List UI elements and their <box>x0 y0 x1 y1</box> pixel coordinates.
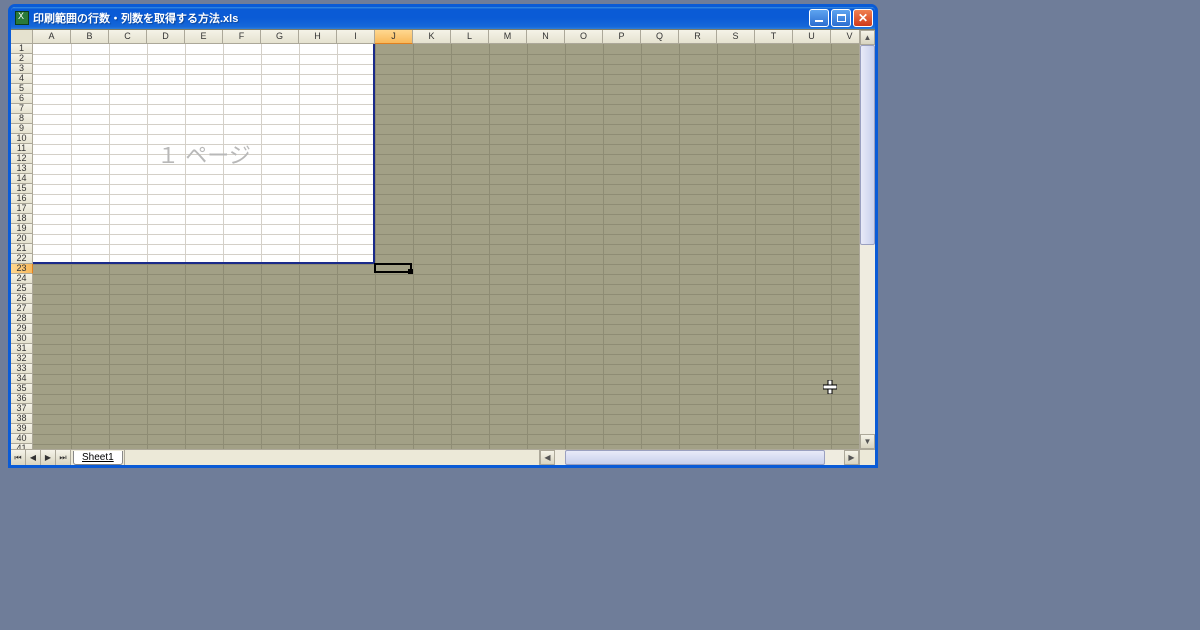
col-header-O[interactable]: O <box>565 30 603 44</box>
print-area <box>33 44 375 264</box>
h-scroll-track[interactable] <box>555 450 844 465</box>
col-header-C[interactable]: C <box>109 30 147 44</box>
sheet-next-button[interactable]: ▶ <box>41 450 56 465</box>
vertical-scrollbar[interactable]: ▲ ▼ <box>859 30 875 449</box>
col-header-P[interactable]: P <box>603 30 641 44</box>
col-header-L[interactable]: L <box>451 30 489 44</box>
bottom-bar: ⏮ ◀ ▶ ⏭ Sheet1 ◀ ▶ <box>11 449 875 465</box>
scroll-right-button[interactable]: ▶ <box>844 450 859 465</box>
col-header-N[interactable]: N <box>527 30 565 44</box>
tab-sheet1[interactable]: Sheet1 <box>73 451 123 465</box>
col-header-E[interactable]: E <box>185 30 223 44</box>
col-header-U[interactable]: U <box>793 30 831 44</box>
window-title: 印刷範囲の行数・列数を取得する方法.xls <box>33 10 809 26</box>
scroll-up-button[interactable]: ▲ <box>860 30 875 45</box>
sheet-first-button[interactable]: ⏮ <box>11 450 26 465</box>
active-cell[interactable] <box>374 263 412 273</box>
col-header-D[interactable]: D <box>147 30 185 44</box>
tab-filler <box>124 450 539 465</box>
col-header-G[interactable]: G <box>261 30 299 44</box>
col-header-T[interactable]: T <box>755 30 793 44</box>
cells-area[interactable]: １ ページ <box>33 44 859 449</box>
col-header-Q[interactable]: Q <box>641 30 679 44</box>
titlebar[interactable]: 印刷範囲の行数・列数を取得する方法.xls ✕ <box>11 7 875 29</box>
h-scroll-thumb[interactable] <box>565 450 825 465</box>
scroll-down-button[interactable]: ▼ <box>860 434 875 449</box>
spreadsheet-grid[interactable]: ABCDEFGHIJKLMNOPQRSTUV 12345678910111213… <box>11 30 859 449</box>
col-header-S[interactable]: S <box>717 30 755 44</box>
sheet-last-button[interactable]: ⏭ <box>56 450 71 465</box>
col-header-K[interactable]: K <box>413 30 451 44</box>
maximize-button[interactable] <box>831 9 851 27</box>
grid-wrap: ABCDEFGHIJKLMNOPQRSTUV 12345678910111213… <box>11 30 875 449</box>
scroll-left-button[interactable]: ◀ <box>540 450 555 465</box>
scroll-corner <box>859 450 875 465</box>
select-all-corner[interactable] <box>11 30 33 44</box>
excel-app-icon <box>15 11 29 25</box>
v-scroll-thumb[interactable] <box>860 45 875 245</box>
close-button[interactable]: ✕ <box>853 9 873 27</box>
row-header-41[interactable]: 41 <box>11 444 33 449</box>
col-header-B[interactable]: B <box>71 30 109 44</box>
col-header-H[interactable]: H <box>299 30 337 44</box>
workarea: ABCDEFGHIJKLMNOPQRSTUV 12345678910111213… <box>11 29 875 465</box>
sheet-nav-buttons: ⏮ ◀ ▶ ⏭ <box>11 450 71 465</box>
col-header-J[interactable]: J <box>375 30 413 44</box>
col-header-I[interactable]: I <box>337 30 375 44</box>
horizontal-scrollbar[interactable]: ◀ ▶ <box>539 450 859 465</box>
col-header-F[interactable]: F <box>223 30 261 44</box>
sheet-tabs: Sheet1 <box>71 450 124 465</box>
col-header-A[interactable]: A <box>33 30 71 44</box>
row-headers[interactable]: 1234567891011121314151617181920212223242… <box>11 44 33 449</box>
minimize-button[interactable] <box>809 9 829 27</box>
excel-window: 印刷範囲の行数・列数を取得する方法.xls ✕ ABCDEFGHIJKLMNOP… <box>8 4 878 468</box>
col-header-V[interactable]: V <box>831 30 859 44</box>
window-buttons: ✕ <box>809 9 873 27</box>
col-header-M[interactable]: M <box>489 30 527 44</box>
col-header-R[interactable]: R <box>679 30 717 44</box>
sheet-prev-button[interactable]: ◀ <box>26 450 41 465</box>
column-headers[interactable]: ABCDEFGHIJKLMNOPQRSTUV <box>33 30 859 44</box>
v-scroll-track[interactable] <box>860 45 875 434</box>
